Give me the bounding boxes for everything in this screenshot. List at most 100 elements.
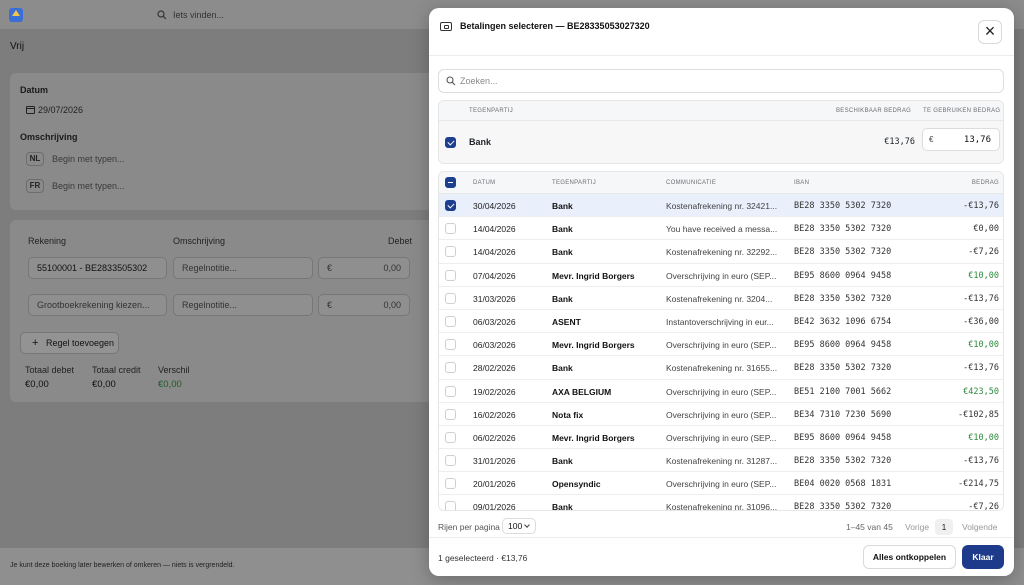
payment-row[interactable]: 14/04/2026 Bank Kostenafrekening nr. 32292… — [439, 240, 1003, 264]
payment-date: 14/04/2026 — [473, 247, 516, 258]
payment-row-checkbox[interactable] — [445, 408, 456, 420]
payment-iban: BE95 8600 0964 9458 — [794, 270, 892, 281]
payment-communication: Overschrijving in euro (SEP... — [666, 386, 777, 397]
done-button[interactable]: Klaar — [962, 545, 1004, 569]
pagination-range: 1–45 van 45 — [846, 522, 893, 532]
previous-page-button[interactable]: Vorige — [905, 522, 929, 532]
payment-search — [438, 69, 1004, 93]
use-amount-currency: € — [929, 135, 934, 144]
payment-row[interactable]: 06/03/2026 Mevr. Ingrid Borgers Overschrij… — [439, 333, 1003, 357]
payment-search-input[interactable] — [460, 74, 990, 88]
select-payments-dialog: Betalingen selecteren — BE28335053027320… — [429, 8, 1014, 576]
payment-iban: BE28 3350 5302 7320 — [794, 456, 892, 467]
col-omschrijving: Omschrijving — [173, 236, 226, 246]
payment-row-checkbox[interactable] — [445, 501, 456, 510]
line1-debet-input[interactable]: €0,00 — [318, 257, 410, 279]
datum-field[interactable]: 29/07/2026 — [26, 105, 83, 115]
line1-note-input[interactable]: Regelnotitie... — [173, 257, 313, 279]
payment-amount: -€13,76 — [963, 363, 999, 374]
payment-communication: Kostenafrekening nr. 31096... — [666, 502, 778, 511]
payment-row-checkbox[interactable] — [445, 385, 456, 397]
totaal-credit-label: Totaal credit — [92, 365, 141, 375]
payment-row-checkbox[interactable] — [445, 200, 456, 211]
payment-iban: BE28 3350 5302 7320 — [794, 502, 892, 511]
payment-row[interactable]: 19/02/2026 AXA BELGIUM Overschrijving in e… — [439, 379, 1003, 403]
payments-rows: 30/04/2026 Bank Kostenafrekening nr. 32421… — [439, 194, 1003, 511]
payment-row[interactable]: 28/02/2026 Bank Kostenafrekening nr. 31655… — [439, 356, 1003, 380]
totaal-debet-label: Totaal debet — [25, 365, 75, 375]
payment-iban: BE28 3350 5302 7320 — [794, 293, 892, 304]
payment-row-checkbox[interactable] — [445, 269, 456, 281]
payment-row[interactable]: 31/03/2026 Bank Kostenafrekening nr. 3204.… — [439, 286, 1003, 310]
payment-row[interactable]: 20/01/2026 Opensyndic Overschrijving in eu… — [439, 472, 1003, 496]
col-communicatie: COMMUNICATIE — [666, 180, 717, 186]
dialog-footer: 1 geselecteerd · €13,76 Alles ontkoppele… — [429, 537, 1014, 576]
next-page-button[interactable]: Volgende — [962, 522, 997, 532]
global-search[interactable]: Iets vinden... — [155, 7, 425, 23]
payment-iban: BE28 3350 5302 7320 — [794, 247, 892, 258]
payment-amount: -€102,85 — [958, 409, 999, 420]
payment-date: 31/01/2026 — [473, 456, 516, 467]
payment-row[interactable]: 30/04/2026 Bank Kostenafrekening nr. 32421… — [439, 194, 1003, 218]
payment-row-checkbox[interactable] — [445, 339, 456, 351]
payment-row[interactable]: 16/02/2026 Nota fix Overschrijving in euro… — [439, 402, 1003, 426]
add-line-button[interactable]: + Regel toevoegen — [20, 332, 119, 354]
selected-table-header: TEGENPARTIJ BESCHIKBAAR BEDRAG TE GEBRUI… — [439, 101, 1003, 121]
current-page[interactable]: 1 — [935, 519, 953, 535]
payment-row[interactable]: 06/03/2026 ASENT Instantoverschrijving in … — [439, 309, 1003, 334]
verschil-value: €0,00 — [158, 379, 182, 390]
select-all-checkbox[interactable] — [445, 177, 456, 188]
unlink-all-button[interactable]: Alles ontkoppelen — [863, 545, 956, 569]
payment-row-checkbox[interactable] — [445, 246, 456, 258]
add-line-label: Regel toevoegen — [46, 338, 115, 348]
payment-date: 06/03/2026 — [473, 316, 516, 327]
payment-amount: -€13,76 — [963, 456, 999, 467]
payment-row[interactable]: 07/04/2026 Mevr. Ingrid Borgers Overschrij… — [439, 263, 1003, 287]
payment-row[interactable]: 09/01/2026 Bank Kostenafrekening nr. 31096… — [439, 495, 1003, 511]
payment-row-checkbox[interactable] — [445, 292, 456, 304]
line2-debet-value: 0,00 — [383, 300, 401, 310]
line2-debet-input[interactable]: €0,00 — [318, 294, 410, 316]
col-te-gebruiken-bedrag: TE GEBRUIKEN BEDRAG — [923, 108, 1001, 114]
payment-iban: BE95 8600 0964 9458 — [794, 432, 892, 443]
payment-party: Bank — [552, 293, 573, 304]
selected-available: €13,76 — [884, 137, 915, 147]
payment-date: 14/04/2026 — [473, 224, 516, 235]
payment-row-checkbox[interactable] — [445, 315, 456, 327]
payment-row-checkbox[interactable] — [445, 223, 456, 235]
close-icon: × — [984, 21, 996, 41]
app-logo[interactable] — [9, 8, 23, 22]
payment-iban: BE28 3350 5302 7320 — [794, 224, 892, 235]
payment-party: ASENT — [552, 316, 581, 327]
payment-row-checkbox[interactable] — [445, 478, 456, 490]
line2-note-input[interactable]: Regelnotitie... — [173, 294, 313, 316]
col-beschikbaar-bedrag: BESCHIKBAAR BEDRAG — [836, 108, 912, 114]
payment-amount: €10,00 — [968, 270, 999, 281]
close-button[interactable]: × — [978, 20, 1002, 44]
payment-iban: BE42 3632 1096 6754 — [794, 316, 892, 327]
payment-communication: Overschrijving in euro (SEP... — [666, 409, 777, 420]
payment-amount: -€7,26 — [968, 247, 999, 258]
payment-row-checkbox[interactable] — [445, 455, 456, 467]
payment-row-checkbox[interactable] — [445, 362, 456, 374]
selected-payment-checkbox[interactable] — [445, 137, 456, 148]
omschrijving-nl-input[interactable]: Begin met typen... — [52, 154, 125, 164]
line1-account-select[interactable]: 55100001 - BE2833505302 — [28, 257, 167, 279]
col-tegenpartij: TEGENPARTIJ — [552, 180, 597, 186]
payment-amount: -€36,00 — [963, 316, 999, 327]
payment-row-checkbox[interactable] — [445, 431, 456, 443]
payment-row[interactable]: 31/01/2026 Bank Kostenafrekening nr. 31287… — [439, 449, 1003, 473]
payments-table: DATUM TEGENPARTIJ COMMUNICATIE IBAN BEDR… — [438, 171, 1004, 511]
payment-party: AXA BELGIUM — [552, 386, 612, 397]
payment-row[interactable]: 06/02/2026 Mevr. Ingrid Borgers Overschrij… — [439, 425, 1003, 450]
line2-account-select[interactable]: Grootboekrekening kiezen... — [28, 294, 167, 316]
payment-party: Bank — [552, 247, 573, 258]
payment-date: 19/02/2026 — [473, 386, 516, 397]
omschrijving-fr-input[interactable]: Begin met typen... — [52, 181, 125, 191]
payment-party: Opensyndic — [552, 479, 601, 490]
use-amount-input[interactable]: € 13,76 — [922, 128, 1000, 151]
payment-date: 28/02/2026 — [473, 363, 516, 374]
line1-currency: € — [327, 263, 333, 273]
payment-row[interactable]: 14/04/2026 Bank You have received a messa.… — [439, 217, 1003, 241]
rows-per-page-select[interactable]: 100 — [502, 518, 536, 534]
